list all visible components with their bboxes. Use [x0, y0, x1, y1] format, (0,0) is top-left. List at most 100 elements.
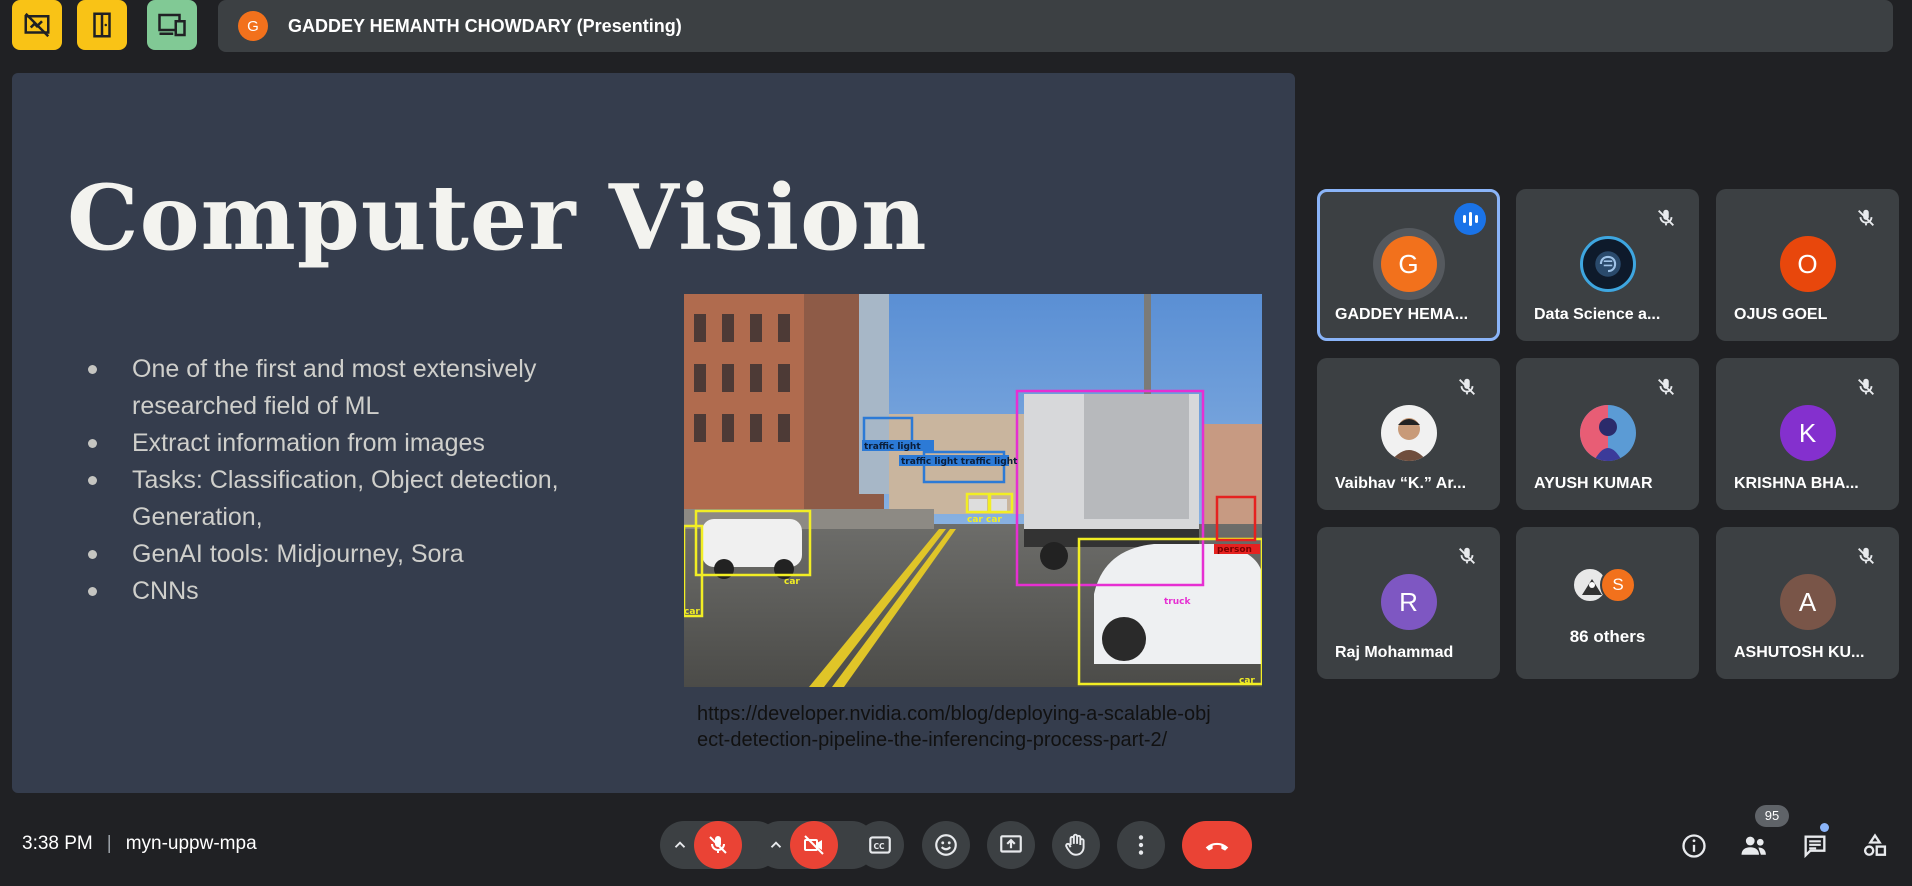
detection-label: traffic light: [864, 442, 921, 452]
participant-name: GADDEY HEMA...: [1335, 306, 1469, 323]
presentation-slide: Computer Vision One of the first and mos…: [12, 73, 1295, 793]
mic-off-icon: [1858, 547, 1874, 564]
avatar: [1579, 405, 1636, 461]
more-options-button[interactable]: [1117, 821, 1165, 869]
detection-label: traffic light traffic light: [901, 457, 1018, 467]
detection-label: car: [684, 607, 700, 617]
participant-name: KRISHNA BHA...: [1734, 475, 1859, 492]
separator: |: [106, 833, 112, 854]
captions-button[interactable]: CC: [856, 821, 904, 869]
others-avatar-stack: S: [1572, 567, 1652, 607]
bullet-item: Tasks: Classification, Object detection,…: [82, 462, 642, 536]
participant-name: Raj Mohammad: [1335, 644, 1454, 661]
avatar: O: [1779, 236, 1836, 292]
speaking-indicator-icon: [1454, 203, 1486, 235]
participant-tile[interactable]: AYUSH KUMAR: [1516, 358, 1699, 510]
door-exit-icon: [93, 12, 111, 38]
camera-toggle-button[interactable]: [790, 821, 838, 869]
closed-captions-icon: CC: [869, 836, 891, 854]
leave-room-button[interactable]: [77, 0, 127, 50]
devices-icon: [158, 13, 186, 37]
meeting-details-button[interactable]: [1674, 826, 1714, 866]
chat-button[interactable]: [1795, 826, 1835, 866]
clock-time: 3:38 PM: [22, 833, 93, 854]
participant-tile[interactable]: K KRISHNA BHA...: [1716, 358, 1899, 510]
participant-tile[interactable]: O OJUS GOEL: [1716, 189, 1899, 341]
participant-name: Data Science a...: [1534, 306, 1661, 323]
chevron-up-icon: [674, 841, 686, 848]
caption-line: ect-detection-pipeline-the-inferencing-p…: [697, 729, 1168, 751]
person-photo-icon: [1390, 418, 1427, 461]
chevron-up-icon: [770, 841, 782, 848]
detection-label: car car: [967, 515, 1002, 525]
meeting-code: myn-uppw-mpa: [125, 833, 257, 854]
chat-icon: [1804, 835, 1826, 859]
participant-tile[interactable]: R Raj Mohammad: [1317, 527, 1500, 679]
hide-presentation-icon: [24, 12, 50, 38]
avatar: G: [1380, 236, 1437, 292]
detection-label: car: [784, 577, 800, 587]
presenter-bar: G GADDEY HEMANTH CHOWDARY (Presenting): [218, 0, 1893, 52]
present-screen-button[interactable]: [987, 821, 1035, 869]
microphone-toggle-button[interactable]: [694, 821, 742, 869]
switch-device-button[interactable]: [147, 0, 197, 50]
participant-name: AYUSH KUMAR: [1534, 475, 1653, 492]
person-illustration-icon: [1579, 405, 1622, 461]
bullet-item: GenAI tools: Midjourney, Sora: [82, 536, 642, 573]
info-icon: [1682, 834, 1706, 858]
participant-tile[interactable]: Data Science a...: [1516, 189, 1699, 341]
reactions-button[interactable]: [922, 821, 970, 869]
others-count-label: 86 others: [1569, 627, 1646, 646]
mic-off-icon: [1459, 547, 1475, 564]
presenter-name: GADDEY HEMANTH CHOWDARY (Presenting): [288, 15, 682, 36]
mic-off-icon: [1858, 209, 1874, 226]
mic-off-icon: [1459, 378, 1475, 395]
activities-shapes-icon: [1863, 833, 1887, 856]
mic-off-icon: [1858, 378, 1874, 395]
chat-unread-dot: [1820, 823, 1829, 832]
image-source-caption: https://developer.nvidia.com/blog/deploy…: [697, 701, 1257, 753]
raise-hand-icon: [1065, 833, 1085, 856]
slide-title: Computer Vision: [67, 165, 928, 271]
participant-tile[interactable]: G GADDEY HEMA...: [1317, 189, 1500, 341]
emoji-icon: [935, 834, 957, 856]
presenter-avatar: G: [238, 11, 268, 41]
people-icon: [1741, 836, 1766, 855]
bullet-item: One of the first and most extensively re…: [82, 351, 642, 425]
people-button[interactable]: [1734, 826, 1774, 866]
more-vert-icon: [1138, 835, 1144, 855]
mic-off-icon: [1658, 378, 1674, 395]
avatar: [1380, 405, 1437, 461]
object-detection-street-image: traffic light traffic light traffic ligh…: [684, 294, 1262, 687]
mic-off-icon: [709, 836, 727, 854]
participant-tile[interactable]: Vaibhav “K.” Ar...: [1317, 358, 1500, 510]
meeting-info: 3:38 PM | myn-uppw-mpa: [22, 833, 257, 855]
present-screen-icon: [1000, 835, 1022, 853]
bullet-item: Extract information from images: [82, 425, 642, 462]
avatar: R: [1380, 574, 1437, 630]
detection-label: car: [1239, 676, 1255, 686]
avatar: A: [1779, 574, 1836, 630]
participant-tile[interactable]: A ASHUTOSH KU...: [1716, 527, 1899, 679]
participant-name: ASHUTOSH KU...: [1734, 644, 1865, 661]
detection-label: person: [1217, 545, 1252, 555]
participant-name: Vaibhav “K.” Ar...: [1335, 475, 1467, 492]
avatar: [1579, 236, 1636, 292]
people-count-badge: 95: [1755, 805, 1789, 827]
brain-logo-icon: [1594, 251, 1621, 277]
slide-bullet-list: One of the first and most extensively re…: [82, 351, 642, 610]
raise-hand-button[interactable]: [1052, 821, 1100, 869]
caption-line: https://developer.nvidia.com/blog/deploy…: [697, 703, 1211, 725]
leave-call-button[interactable]: [1182, 821, 1252, 869]
avatar: S: [1600, 567, 1636, 603]
hang-up-icon: [1205, 842, 1229, 851]
activities-button[interactable]: [1855, 826, 1895, 866]
others-tile[interactable]: S 86 others: [1516, 527, 1699, 679]
video-off-icon: [804, 835, 824, 855]
avatar: K: [1779, 405, 1836, 461]
bullet-item: CNNs: [82, 573, 642, 610]
participant-name: OJUS GOEL: [1734, 306, 1828, 323]
hide-presentation-button[interactable]: [12, 0, 62, 50]
detection-label: truck: [1164, 597, 1191, 607]
svg-text:CC: CC: [874, 842, 886, 851]
